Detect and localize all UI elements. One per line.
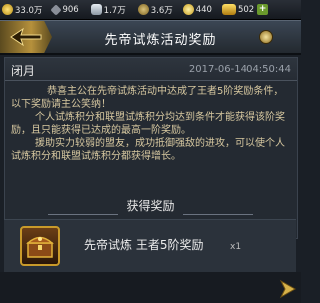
resource-food: 3.6万 [137, 4, 173, 16]
page-header: 先帝试炼活动奖励 [0, 20, 301, 55]
divider [183, 214, 253, 215]
resource-gold: 33.0万 [2, 4, 42, 16]
reward-item-count: x1 [230, 242, 242, 252]
reward-item-row: 先帝试炼 王者5阶奖励 x1 [4, 219, 296, 272]
bottom-bar [0, 272, 301, 303]
reward-title: 获得奖励 [126, 199, 175, 213]
back-arrow-icon [10, 27, 42, 47]
mail-paragraph: 恭喜主公在先帝试炼活动中达成了王者5阶奖励条件，以下奖励请主公笑纳！ [11, 86, 284, 110]
ornament-pin-icon [259, 30, 273, 44]
mail-paragraph: 援助实力较弱的盟友，成功抵御强敌的进攻，可以使个人试炼积分和联盟试炼积分都获得增… [11, 138, 285, 162]
mail-date: 2017-06-14 [188, 64, 247, 75]
reward-item-slot[interactable] [20, 226, 60, 266]
weapon-icon [50, 3, 63, 16]
gold-ingot-icon [221, 4, 236, 15]
mail-body: 恭喜主公在先帝试炼活动中达成了王者5阶奖励条件，以下奖励请主公笑纳！ 个人试炼积… [5, 81, 297, 163]
gold-coin-icon [2, 4, 13, 15]
resource-coin: 440 [182, 4, 212, 15]
next-arrow-icon[interactable] [277, 278, 299, 300]
coin-icon [182, 4, 194, 15]
reward-item-name: 先帝试炼 王者5阶奖励 [84, 238, 204, 252]
recharge-plus-button[interactable]: + [257, 4, 269, 15]
silver-ingot-icon [90, 4, 102, 15]
mail-sender: 闭月 [11, 64, 36, 78]
treasure-chest-icon [26, 236, 54, 258]
resource-bar: 33.0万 906 1.7万 3.6万 440 502 + [0, 0, 301, 20]
mail-paragraph: 个人试炼积分和联盟试炼积分均达到条件才能获得该阶奖励，且只能获得已达成的最高一阶… [11, 112, 285, 136]
divider [48, 214, 118, 215]
food-icon [137, 4, 149, 15]
mail-header: 闭月 2017-06-14 04:50:44 [5, 58, 297, 81]
mail-time: 04:50:44 [246, 64, 291, 75]
back-button[interactable] [0, 21, 52, 53]
resource-silver: 1.7万 [90, 4, 126, 16]
resource-weapon: 906 [50, 3, 79, 16]
resource-gold-ingot: 502 [221, 4, 254, 15]
page-title: 先帝试炼活动奖励 [104, 33, 217, 48]
